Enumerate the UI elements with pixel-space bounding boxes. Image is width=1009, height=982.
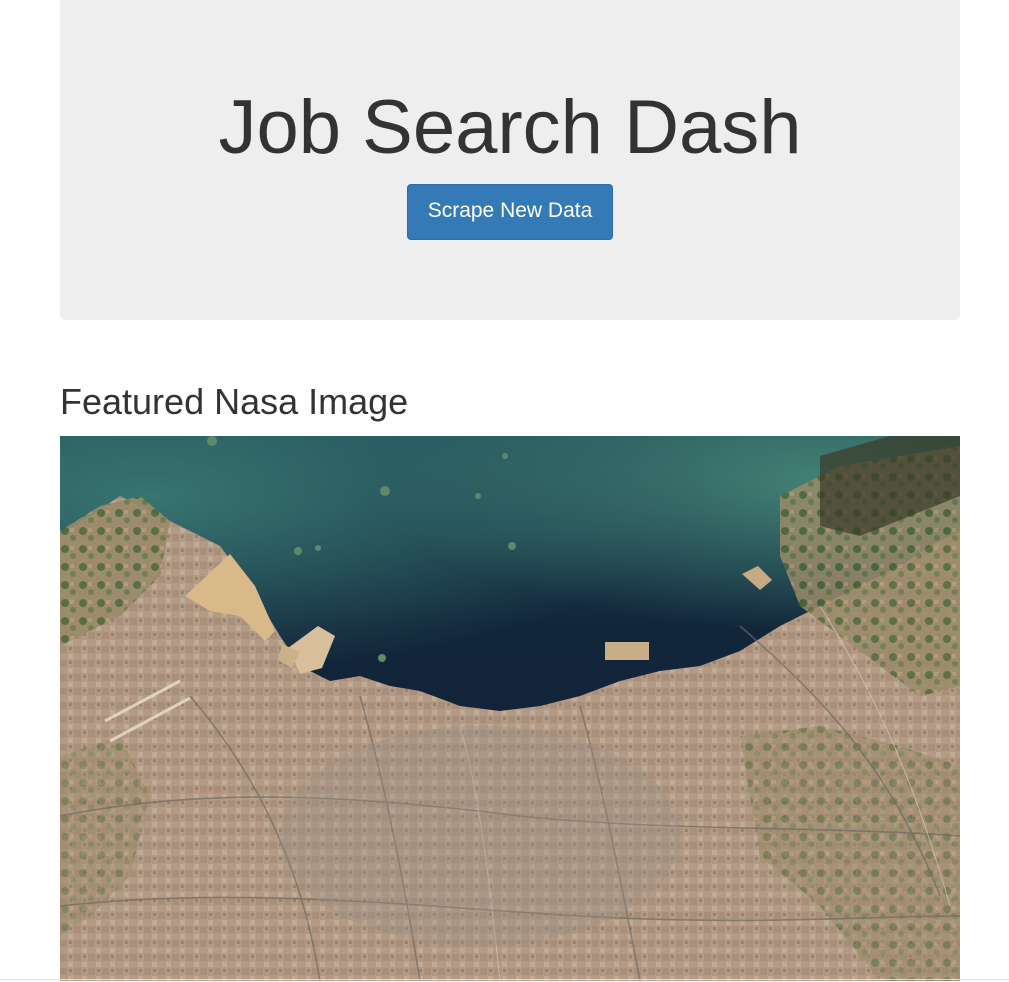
page-divider	[0, 979, 1009, 980]
header-jumbotron: Job Search Dash Scrape New Data	[60, 0, 960, 320]
scrape-new-data-button[interactable]: Scrape New Data	[406, 184, 614, 240]
featured-image-heading: Featured Nasa Image	[60, 381, 409, 422]
featured-nasa-image	[60, 436, 960, 981]
main-container: Job Search Dash Scrape New Data Featured…	[60, 0, 960, 981]
satellite-image	[60, 436, 960, 981]
page-title: Job Search Dash	[218, 85, 802, 170]
